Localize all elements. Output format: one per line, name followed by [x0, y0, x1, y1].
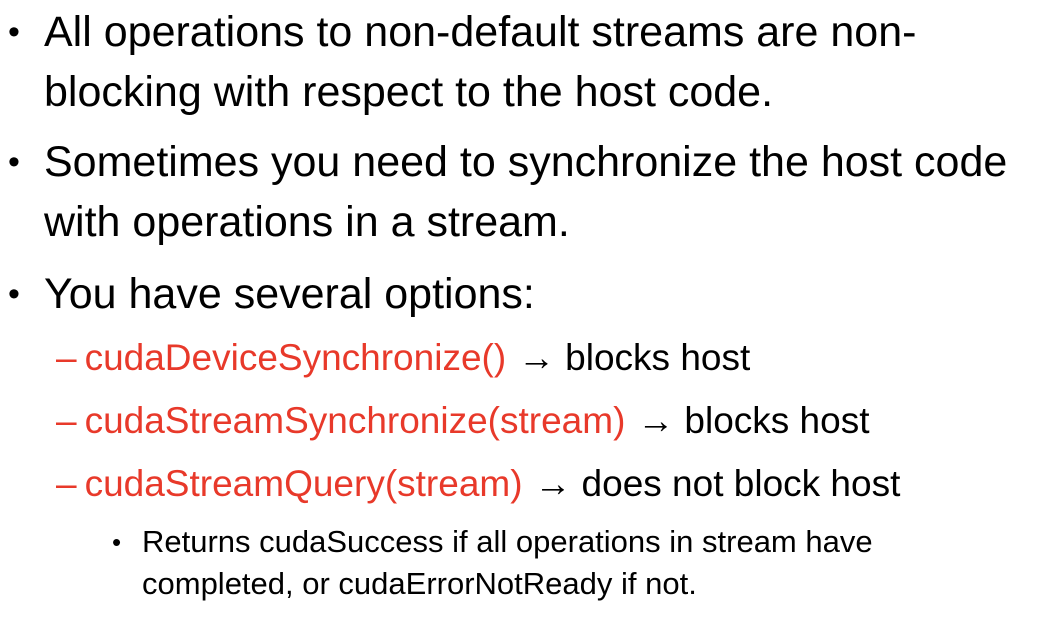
option-item: – cudaStreamSynchronize(stream) → blocks ho… [56, 391, 1046, 451]
bullet-text: All operations to non-default streams ar… [44, 8, 917, 116]
function-name: cudaStreamSynchronize(stream) [84, 400, 626, 441]
bullet-dot-icon: • [112, 527, 122, 557]
bullet-item: • All operations to non-default streams … [8, 2, 1048, 122]
dash-icon: – [56, 463, 77, 504]
option-item: – cudaDeviceSynchronize() → blocks host [56, 328, 1046, 388]
bullet-item: • Sometimes you need to synchronize the … [8, 132, 1048, 252]
sub-bullet-text: Returns cudaSuccess if all operations in… [142, 524, 873, 601]
bullet-dot-icon: • [8, 275, 20, 313]
option-effect: blocks host [684, 400, 870, 441]
bullet-text: Sometimes you need to synchronize the ho… [44, 138, 1008, 246]
slide: • All operations to non-default streams … [0, 0, 1056, 630]
bullet-dot-icon: • [8, 143, 20, 181]
option-item: – cudaStreamQuery(stream) → does not block … [56, 454, 1046, 514]
bullet-item: • You have several options: [8, 264, 1048, 324]
bullet-text: You have several options: [44, 270, 535, 318]
option-effect: does not block host [581, 463, 901, 504]
bullet-dot-icon: • [8, 13, 20, 51]
arrow-right-icon: → [518, 337, 556, 378]
sub-bullet-item: • Returns cudaSuccess if all operations … [112, 521, 1012, 611]
arrow-right-icon: → [534, 463, 572, 504]
function-name: cudaStreamQuery(stream) [84, 463, 523, 504]
function-name: cudaDeviceSynchronize() [84, 337, 507, 378]
option-effect: blocks host [565, 337, 751, 378]
dash-icon: – [56, 400, 77, 441]
dash-icon: – [56, 337, 77, 378]
arrow-right-icon: → [637, 400, 675, 441]
